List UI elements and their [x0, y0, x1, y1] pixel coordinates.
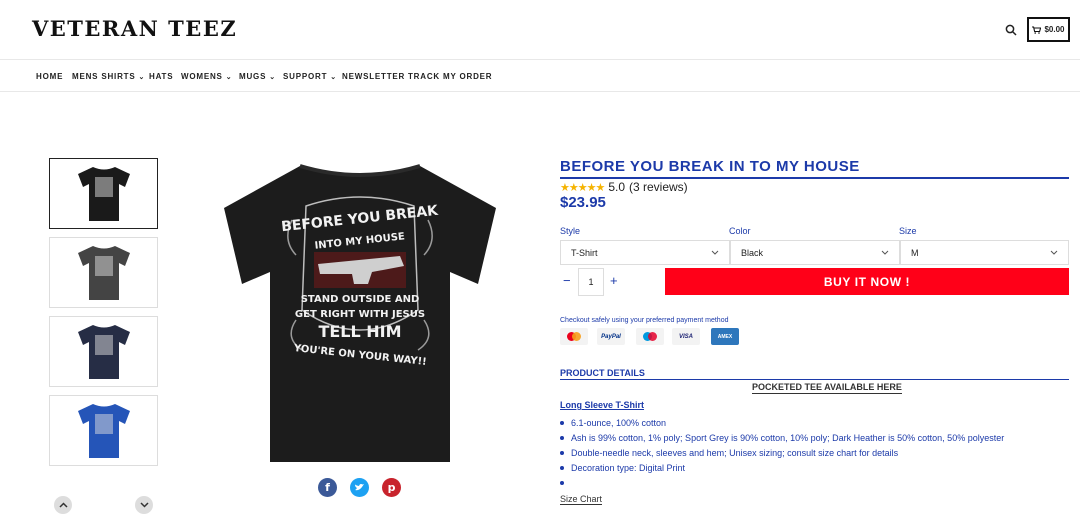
color-select-value: Black — [741, 247, 764, 258]
tshirt-thumbnail-image — [78, 325, 130, 379]
rating-value: 5.0 — [608, 180, 625, 194]
chevron-down-icon: ⌄ — [269, 74, 276, 81]
list-item — [560, 477, 1004, 492]
tshirt-thumbnail-image — [78, 404, 130, 458]
product-rating[interactable]: ★★★★★ 5.0 (3 reviews) — [560, 180, 688, 194]
size-select[interactable]: M — [900, 240, 1069, 265]
thumbnail-black[interactable] — [49, 158, 158, 229]
search-icon[interactable] — [1005, 24, 1017, 36]
shirt-text-line5: TELL HIM — [318, 322, 401, 341]
chevron-up-icon — [58, 502, 68, 508]
nav-item-label: HATS — [149, 72, 174, 81]
list-item: Ash is 99% cotton, 1% poly; Sport Grey i… — [560, 432, 1004, 447]
star-rating-icon: ★★★★★ — [560, 181, 605, 194]
chevron-down-icon — [711, 250, 719, 255]
mastercard-icon — [560, 328, 588, 345]
chevron-down-icon — [139, 502, 149, 508]
tshirt-thumbnail-image — [78, 167, 130, 221]
chevron-down-icon: ⌄ — [330, 74, 337, 81]
title-divider — [560, 177, 1069, 179]
twitter-icon — [355, 484, 364, 491]
amex-icon: AMEX — [711, 328, 739, 345]
main-nav: HOME MENS SHIRTS ⌄ HATS WOMENS ⌄ MUGS ⌄ SUP… — [0, 60, 1080, 92]
product-details-heading: PRODUCT DETAILS — [560, 368, 645, 378]
nav-item-mugs[interactable]: MUGS ⌄ — [239, 72, 276, 81]
nav-item-label: SUPPORT — [283, 72, 328, 81]
twitter-share-button[interactable] — [350, 478, 369, 497]
shirt-text-line3: STAND OUTSIDE AND — [301, 294, 420, 305]
facebook-share-button[interactable]: f — [318, 478, 337, 497]
cart-total: $0.00 — [1044, 25, 1065, 34]
nav-item-mens-shirts[interactable]: MENS SHIRTS ⌄ — [72, 72, 145, 81]
shirt-text-line4: GET RIGHT WITH JESUS — [295, 309, 425, 320]
product-details-list: 6.1-ounce, 100% cotton Ash is 99% cotton… — [560, 417, 1004, 492]
long-sleeve-link[interactable]: Long Sleeve T-Shirt — [560, 400, 644, 410]
chevron-down-icon — [1050, 250, 1058, 255]
thumbnail-navy[interactable] — [49, 316, 158, 387]
site-logo[interactable]: VETERAN TEEZ — [32, 16, 237, 41]
list-item: 6.1-ounce, 100% cotton — [560, 417, 1004, 432]
nav-item-track-my-order[interactable]: TRACK MY ORDER — [408, 72, 492, 81]
pinterest-icon: p — [387, 481, 396, 494]
size-label: Size — [899, 226, 917, 236]
quantity-input[interactable]: 1 — [578, 268, 604, 296]
tshirt-thumbnail-image — [78, 246, 130, 300]
style-select-value: T-Shirt — [571, 247, 598, 258]
thumbnail-royal-blue[interactable] — [49, 395, 158, 466]
nav-item-label: MENS SHIRTS — [72, 72, 136, 81]
nav-item-hats[interactable]: HATS — [149, 72, 173, 81]
nav-item-home[interactable]: HOME — [36, 72, 63, 81]
site-header: VETERAN TEEZ $0.00 — [0, 0, 1080, 60]
nav-item-womens[interactable]: WOMENS ⌄ — [181, 72, 232, 81]
cart-icon — [1032, 25, 1042, 34]
cart-button[interactable]: $0.00 — [1027, 17, 1070, 42]
nav-item-newsletter[interactable]: NEWSLETTER — [342, 72, 405, 81]
main-product-image: BEFORE YOU BREAK INTO MY HOUSE STAND OUT… — [224, 164, 496, 462]
pocketed-tee-link[interactable]: POCKETED TEE AVAILABLE HERE — [752, 382, 902, 394]
color-label: Color — [729, 226, 751, 236]
product-price: $23.95 — [560, 194, 606, 211]
size-chart-link[interactable]: Size Chart — [560, 494, 603, 505]
maestro-icon — [636, 328, 664, 345]
nav-item-label: NEWSLETTER — [342, 72, 406, 81]
nav-item-support[interactable]: SUPPORT ⌄ — [283, 72, 337, 81]
details-divider — [560, 379, 1069, 380]
nav-item-label: TRACK MY ORDER — [408, 72, 493, 81]
checkout-note: Checkout safely using your preferred pay… — [560, 317, 729, 324]
nav-item-label: MUGS — [239, 72, 267, 81]
thumbnail-charcoal[interactable] — [49, 237, 158, 308]
nav-item-label: HOME — [36, 72, 64, 81]
paypal-icon: PayPal — [597, 328, 625, 345]
visa-icon: VISA — [672, 328, 700, 345]
thumbnail-next-button[interactable] — [135, 496, 153, 514]
product-title: BEFORE YOU BREAK IN TO MY HOUSE — [560, 158, 860, 175]
size-select-value: M — [911, 247, 919, 258]
chevron-down-icon: ⌄ — [138, 74, 146, 81]
review-count: (3 reviews) — [629, 180, 688, 194]
buy-now-button[interactable]: BUY IT NOW ! — [665, 268, 1069, 295]
list-item: Decoration type: Digital Print — [560, 462, 1004, 477]
chevron-down-icon — [881, 250, 889, 255]
style-label: Style — [560, 226, 581, 236]
facebook-icon: f — [325, 481, 330, 494]
color-select[interactable]: Black — [730, 240, 900, 265]
quantity-increase-button[interactable]: + — [610, 273, 618, 288]
style-select[interactable]: T-Shirt — [560, 240, 730, 265]
nav-item-label: WOMENS — [181, 72, 223, 81]
list-item: Double-needle neck, sleeves and hem; Uni… — [560, 447, 1004, 462]
quantity-decrease-button[interactable]: − — [563, 273, 571, 288]
thumbnail-prev-button[interactable] — [54, 496, 72, 514]
pinterest-share-button[interactable]: p — [382, 478, 401, 497]
chevron-down-icon: ⌄ — [225, 74, 233, 81]
